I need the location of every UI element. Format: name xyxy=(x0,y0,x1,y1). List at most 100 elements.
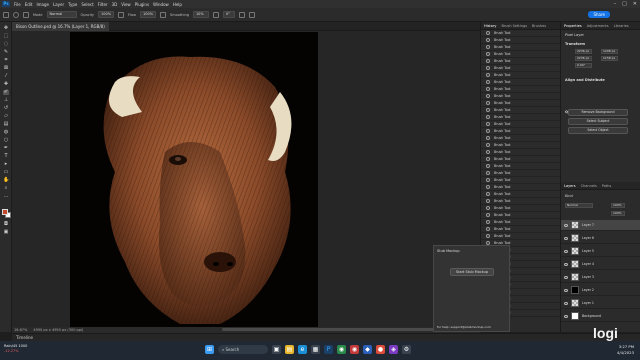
tab-brushes[interactable]: Brushes xyxy=(532,24,546,28)
path-select-tool-icon[interactable]: ▸ xyxy=(3,162,9,167)
chrome-icon[interactable]: ● xyxy=(376,345,385,354)
foreground-color-swatch[interactable] xyxy=(2,209,8,215)
settings-icon[interactable]: ⚙ xyxy=(402,345,411,354)
opacity-field[interactable]: 100% xyxy=(98,11,115,18)
history-brush-tool-icon[interactable]: ↺ xyxy=(3,106,9,111)
menu-select[interactable]: Select xyxy=(79,2,95,7)
smoothing-field[interactable]: 10% xyxy=(192,11,209,18)
layer-row[interactable]: Layer 1 xyxy=(561,298,640,309)
pressure-opacity-icon[interactable] xyxy=(118,11,125,18)
align-title[interactable]: Align and Distribute xyxy=(565,78,605,82)
edge-icon[interactable]: e xyxy=(298,345,307,354)
select-object-button[interactable]: Select Object xyxy=(568,127,628,134)
maximize-icon[interactable]: □ xyxy=(622,1,627,7)
visibility-eye-icon[interactable] xyxy=(564,223,568,227)
layer-fill-field[interactable]: 100% xyxy=(611,211,625,216)
visibility-eye-icon[interactable] xyxy=(564,236,568,240)
y-field[interactable]: 1158 px xyxy=(601,56,618,61)
airbrush-icon[interactable] xyxy=(160,11,167,18)
brush-settings-icon[interactable] xyxy=(23,11,29,18)
gradient-tool-icon[interactable]: ▤ xyxy=(3,122,9,127)
history-item[interactable]: Brush Tool xyxy=(481,114,560,121)
horizontal-scrollbar[interactable] xyxy=(222,328,442,331)
system-clock[interactable]: 3:27 PM 4/4/2023 xyxy=(617,344,634,356)
quick-mask-icon[interactable]: ◘ xyxy=(3,222,9,227)
tab-brush-settings[interactable]: Brush Settings xyxy=(501,24,527,28)
tab-paths[interactable]: Paths xyxy=(602,184,612,188)
flow-field[interactable]: 100% xyxy=(140,11,157,18)
menu-type[interactable]: Type xyxy=(66,2,79,7)
brush-preset-icon[interactable] xyxy=(13,11,19,18)
marquee-tool-icon[interactable]: ⬚ xyxy=(3,34,9,39)
type-tool-icon[interactable]: T xyxy=(3,154,9,159)
visibility-eye-icon[interactable] xyxy=(564,288,568,292)
pressure-size-icon[interactable] xyxy=(238,11,245,18)
history-item[interactable]: Brush Tool xyxy=(481,44,560,51)
visibility-eye-icon[interactable] xyxy=(564,275,568,279)
history-item[interactable]: Brush Tool xyxy=(481,212,560,219)
history-item[interactable]: Brush Tool xyxy=(481,149,560,156)
menu-layer[interactable]: Layer xyxy=(51,2,66,7)
weather-widget[interactable]: Rain/45 1000 -12.27% xyxy=(4,344,27,354)
angle-field[interactable]: 0° xyxy=(222,11,235,18)
layer-row[interactable]: Layer 5 xyxy=(561,246,640,257)
history-item[interactable]: Brush Tool xyxy=(481,51,560,58)
history-item[interactable]: Brush Tool xyxy=(481,107,560,114)
menu-file[interactable]: File xyxy=(12,2,23,7)
home-icon[interactable] xyxy=(3,11,9,18)
angle-field[interactable]: 0.00° xyxy=(575,63,592,68)
menu-window[interactable]: Window xyxy=(151,2,171,7)
layer-row[interactable]: Layer 6 xyxy=(561,233,640,244)
visibility-eye-icon[interactable] xyxy=(564,314,568,318)
menu-filter[interactable]: Filter xyxy=(96,2,110,7)
layer-row[interactable]: Layer 7 xyxy=(561,220,640,231)
eraser-tool-icon[interactable]: ▱ xyxy=(3,114,9,119)
menu-3d[interactable]: 3D xyxy=(110,2,120,7)
history-item[interactable]: Brush Tool xyxy=(481,128,560,135)
history-item[interactable]: Brush Tool xyxy=(481,72,560,79)
photoshop-taskbar-icon[interactable]: P xyxy=(324,345,333,354)
quick-select-tool-icon[interactable]: ✎ xyxy=(3,50,9,55)
layer-row[interactable]: Background xyxy=(561,311,640,322)
history-item[interactable]: Brush Tool xyxy=(481,233,560,240)
shape-tool-icon[interactable]: ▭ xyxy=(3,170,9,175)
layer-opacity-field[interactable]: 100% xyxy=(611,203,625,208)
history-item[interactable]: Brush Tool xyxy=(481,135,560,142)
menu-plugins[interactable]: Plugins xyxy=(133,2,151,7)
frame-tool-icon[interactable]: ⊠ xyxy=(3,66,9,71)
history-item[interactable]: Brush Tool xyxy=(481,58,560,65)
visibility-eye-icon[interactable] xyxy=(564,262,568,266)
history-item[interactable]: Brush Tool xyxy=(481,191,560,198)
stamp-tool-icon[interactable]: ⊥ xyxy=(3,98,9,103)
app-icon-green[interactable]: ◉ xyxy=(337,345,346,354)
layer-filter-kind[interactable]: Kind xyxy=(565,194,573,198)
brush-tool-icon[interactable]: ✐ xyxy=(3,90,9,95)
more-tools-icon[interactable]: … xyxy=(3,194,9,199)
blend-mode-select[interactable]: Normal xyxy=(565,203,593,208)
move-tool-icon[interactable]: ✥ xyxy=(3,26,9,31)
history-item[interactable]: Brush Tool xyxy=(481,86,560,93)
healing-tool-icon[interactable]: ✚ xyxy=(3,82,9,87)
history-item[interactable]: Brush Tool xyxy=(481,156,560,163)
crop-tool-icon[interactable]: ⌗ xyxy=(3,58,9,63)
history-item[interactable]: Brush Tool xyxy=(481,79,560,86)
hand-tool-icon[interactable]: ✋ xyxy=(3,178,9,183)
file-explorer-icon[interactable]: ▤ xyxy=(285,345,294,354)
app-icon-purple[interactable]: ◈ xyxy=(389,345,398,354)
tab-adjustments[interactable]: Adjustments xyxy=(587,24,609,28)
history-item[interactable]: Brush Tool xyxy=(481,65,560,72)
x-field[interactable]: 1208 px xyxy=(601,49,618,54)
menu-help[interactable]: Help xyxy=(171,2,184,7)
taskbar-search[interactable]: ⌕ Search xyxy=(218,345,268,354)
app-icon-red[interactable]: ◉ xyxy=(350,345,359,354)
app-icon-blue[interactable]: ◆ xyxy=(363,345,372,354)
history-item[interactable]: Brush Tool xyxy=(481,226,560,233)
layer-row[interactable]: Layer 4 xyxy=(561,259,640,270)
menu-edit[interactable]: Edit xyxy=(23,2,35,7)
start-stub-mockup-button[interactable]: Start Stub Mockup xyxy=(450,268,494,276)
history-item[interactable]: Brush Tool xyxy=(481,205,560,212)
task-view-icon[interactable]: ▣ xyxy=(272,345,281,354)
close-icon[interactable]: ✕ xyxy=(633,1,637,7)
visibility-eye-icon[interactable] xyxy=(564,301,568,305)
history-item[interactable]: Brush Tool xyxy=(481,177,560,184)
